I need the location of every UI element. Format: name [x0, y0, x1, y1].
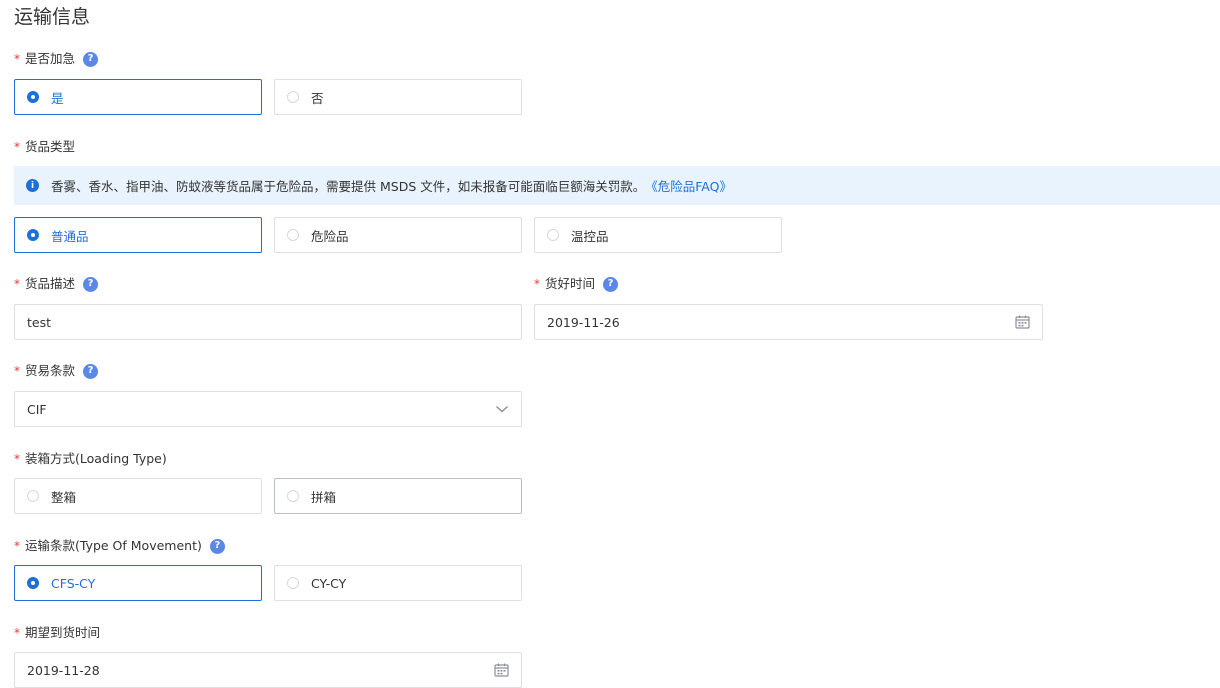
help-icon[interactable]: ? — [83, 276, 99, 292]
required-mark: * — [14, 277, 20, 291]
expected-arrival-value: 2019-11-28 — [27, 662, 100, 678]
ready-time-value: 2019-11-26 — [547, 314, 620, 330]
trade-terms-select[interactable]: CIF — [14, 391, 522, 427]
loading-type-label-text: 装箱方式(Loading Type) — [25, 451, 167, 466]
trade-terms-label: * 贸易条款 ? — [14, 362, 99, 380]
radio-icon — [27, 229, 39, 241]
goods-type-option-temp-control[interactable]: 温控品 — [534, 217, 782, 253]
loading-type-option-lcl-label: 拼箱 — [311, 489, 337, 505]
radio-icon — [27, 91, 39, 103]
ready-time-datepicker[interactable]: 2019-11-26 — [534, 304, 1043, 340]
required-mark: * — [14, 364, 20, 378]
goods-type-option-normal[interactable]: 普通品 — [14, 217, 262, 253]
movement-option-cfs-cy-label: CFS-CY — [51, 575, 96, 591]
trade-terms-label-text: 贸易条款 — [25, 363, 76, 378]
loading-type-option-fcl-label: 整箱 — [51, 489, 77, 505]
calendar-icon[interactable] — [494, 663, 509, 677]
goods-desc-label-text: 货品描述 — [25, 276, 76, 291]
goods-type-option-dangerous[interactable]: 危险品 — [274, 217, 522, 253]
required-mark: * — [14, 52, 20, 66]
section-title: 运输信息 — [14, 6, 91, 28]
required-mark: * — [14, 140, 20, 154]
dangerous-goods-faq-link[interactable]: 《危险品FAQ》 — [645, 176, 732, 195]
required-mark: * — [534, 277, 540, 291]
required-mark: * — [14, 539, 20, 553]
info-icon: i — [26, 179, 39, 192]
loading-type-label: * 装箱方式(Loading Type) — [14, 450, 167, 468]
urgent-label-text: 是否加急 — [25, 51, 76, 66]
urgent-option-no[interactable]: 否 — [274, 79, 522, 115]
dangerous-goods-notice: i 香雾、香水、指甲油、防蚊液等货品属于危险品，需要提供 MSDS 文件，如未报… — [14, 166, 1220, 205]
movement-label-text: 运输条款(Type Of Movement) — [25, 538, 202, 553]
radio-icon — [287, 91, 299, 103]
ready-time-label: * 货好时间 ? — [534, 275, 619, 293]
ready-time-label-text: 货好时间 — [545, 276, 596, 291]
goods-desc-value: test — [27, 314, 52, 330]
notice-text: 香雾、香水、指甲油、防蚊液等货品属于危险品，需要提供 MSDS 文件，如未报备可… — [51, 179, 646, 194]
urgent-option-yes[interactable]: 是 — [14, 79, 262, 115]
help-icon[interactable]: ? — [83, 363, 99, 379]
urgent-option-yes-label: 是 — [51, 90, 64, 106]
loading-type-option-fcl[interactable]: 整箱 — [14, 478, 262, 514]
urgent-option-no-label: 否 — [311, 90, 324, 106]
radio-icon — [27, 577, 39, 589]
goods-type-option-temp-control-label: 温控品 — [571, 228, 609, 244]
radio-icon — [287, 229, 299, 241]
help-icon[interactable]: ? — [209, 538, 225, 554]
goods-type-label: * 货品类型 — [14, 138, 75, 156]
chevron-down-icon — [496, 405, 508, 413]
expected-arrival-label-text: 期望到货时间 — [25, 625, 101, 640]
goods-desc-input[interactable]: test — [14, 304, 522, 340]
radio-icon — [287, 577, 299, 589]
expected-arrival-datepicker[interactable]: 2019-11-28 — [14, 652, 522, 688]
goods-type-label-text: 货品类型 — [25, 139, 76, 154]
goods-type-option-normal-label: 普通品 — [51, 228, 89, 244]
goods-desc-label: * 货品描述 ? — [14, 275, 99, 293]
help-icon[interactable]: ? — [83, 51, 99, 67]
required-mark: * — [14, 452, 20, 466]
expected-arrival-label: * 期望到货时间 — [14, 624, 100, 642]
radio-icon — [287, 490, 299, 502]
urgent-label: * 是否加急 ? — [14, 50, 99, 68]
radio-icon — [27, 490, 39, 502]
radio-icon — [547, 229, 559, 241]
goods-type-option-dangerous-label: 危险品 — [311, 228, 349, 244]
help-icon[interactable]: ? — [603, 276, 619, 292]
loading-type-option-lcl[interactable]: 拼箱 — [274, 478, 522, 514]
calendar-icon[interactable] — [1015, 315, 1030, 329]
trade-terms-value: CIF — [27, 401, 47, 417]
movement-option-cfs-cy[interactable]: CFS-CY — [14, 565, 262, 601]
movement-option-cy-cy[interactable]: CY-CY — [274, 565, 522, 601]
movement-label: * 运输条款(Type Of Movement) ? — [14, 537, 225, 555]
required-mark: * — [14, 626, 20, 640]
movement-option-cy-cy-label: CY-CY — [311, 575, 347, 591]
